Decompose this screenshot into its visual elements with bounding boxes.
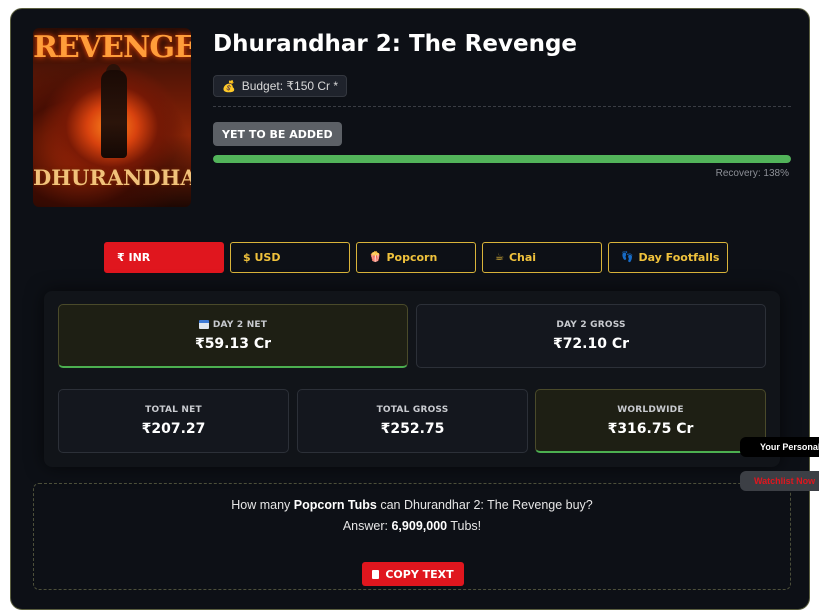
- movie-card: REVENGE DHURANDHAR Dhurandhar 2: The Rev…: [10, 8, 810, 610]
- tab-usd[interactable]: $ USD: [230, 242, 350, 273]
- clipboard-icon: [372, 569, 380, 579]
- money-bag-icon: 💰: [222, 80, 236, 93]
- fun-question-prefix: How many: [231, 498, 294, 512]
- stat-total-net-value: ₹207.27: [141, 421, 206, 437]
- footfalls-icon: 👣: [621, 252, 634, 263]
- popcorn-icon: 🍿: [369, 252, 382, 263]
- floating-widget-watchlist[interactable]: Watchlist Now: [740, 471, 819, 491]
- budget-text: Budget: ₹150 Cr *: [241, 79, 339, 93]
- budget-badge: 💰 Budget: ₹150 Cr *: [213, 75, 348, 97]
- movie-title: Dhurandhar 2: The Revenge: [213, 31, 578, 57]
- recovery-progress-fill: [213, 155, 791, 163]
- popcorn-question-box: How many Popcorn Tubs can Dhurandhar 2: …: [33, 483, 791, 590]
- stat-day2-net-label: DAY 2 NET: [212, 319, 268, 330]
- stat-total-gross-value: ₹252.75: [380, 421, 445, 437]
- tab-popcorn-label: Popcorn: [386, 251, 438, 264]
- fun-answer: Answer: 6,909,000 Tubs!: [34, 519, 790, 533]
- tab-day-footfalls[interactable]: 👣 Day Footfalls: [608, 242, 728, 273]
- fun-answer-prefix: Answer:: [342, 519, 392, 533]
- poster-figure: [101, 70, 127, 158]
- tab-usd-label: $ USD: [243, 251, 281, 264]
- fun-question-suffix: can Dhurandhar 2: The Revenge buy?: [376, 498, 593, 512]
- fun-question-item: Popcorn Tubs: [293, 498, 377, 512]
- currency-tabs: ₹ INR $ USD 🍿 Popcorn ☕ Chai 👣 Day Footf…: [104, 242, 728, 273]
- stat-day2-gross-value: ₹72.10 Cr: [552, 336, 630, 352]
- stat-total-gross-label: TOTAL GROSS: [376, 405, 449, 415]
- stat-day2-net-label-row: DAY 2 NET: [198, 319, 268, 330]
- stat-total-net-label: TOTAL NET: [145, 405, 202, 415]
- stat-worldwide-label: WORLDWIDE: [617, 404, 684, 415]
- tab-chai[interactable]: ☕ Chai: [482, 242, 602, 273]
- stat-worldwide: WORLDWIDE ₹316.75 Cr: [535, 389, 766, 453]
- stat-worldwide-value: ₹316.75 Cr: [607, 420, 694, 437]
- stats-panel: DAY 2 NET ₹59.13 Cr DAY 2 GROSS ₹72.10 C…: [44, 291, 780, 467]
- calendar-icon: [198, 320, 209, 329]
- fun-question: How many Popcorn Tubs can Dhurandhar 2: …: [34, 498, 790, 512]
- movie-poster: REVENGE DHURANDHAR: [33, 28, 191, 207]
- chai-icon: ☕: [495, 252, 504, 263]
- tab-day-footfalls-label: Day Footfalls: [638, 251, 720, 264]
- copy-text-label: COPY TEXT: [385, 567, 454, 581]
- stat-total-net: TOTAL NET ₹207.27: [58, 389, 289, 453]
- fun-answer-value: 6,909,000: [391, 519, 448, 533]
- tab-popcorn[interactable]: 🍿 Popcorn: [356, 242, 476, 273]
- divider: [213, 106, 791, 107]
- fun-answer-suffix: Tubs!: [447, 519, 482, 533]
- floating-widget-personal[interactable]: Your Personal: [740, 437, 819, 457]
- tab-chai-label: Chai: [508, 251, 537, 264]
- poster-main-title: DHURANDHAR: [33, 165, 191, 190]
- tab-inr-label: ₹ INR: [117, 251, 151, 264]
- copy-text-button[interactable]: COPY TEXT: [362, 562, 464, 586]
- recovery-label: Recovery: 138%: [715, 168, 789, 179]
- tab-inr[interactable]: ₹ INR: [104, 242, 224, 273]
- stat-day2-gross: DAY 2 GROSS ₹72.10 Cr: [416, 304, 766, 368]
- stat-day2-net-value: ₹59.13 Cr: [194, 335, 272, 352]
- status-badge: YET TO BE ADDED: [213, 122, 342, 146]
- stat-day2-net: DAY 2 NET ₹59.13 Cr: [58, 304, 408, 368]
- stat-day2-gross-label: DAY 2 GROSS: [556, 320, 626, 330]
- poster-top-title: REVENGE: [33, 30, 191, 65]
- stat-total-gross: TOTAL GROSS ₹252.75: [297, 389, 528, 453]
- recovery-progress-bar: [213, 155, 791, 163]
